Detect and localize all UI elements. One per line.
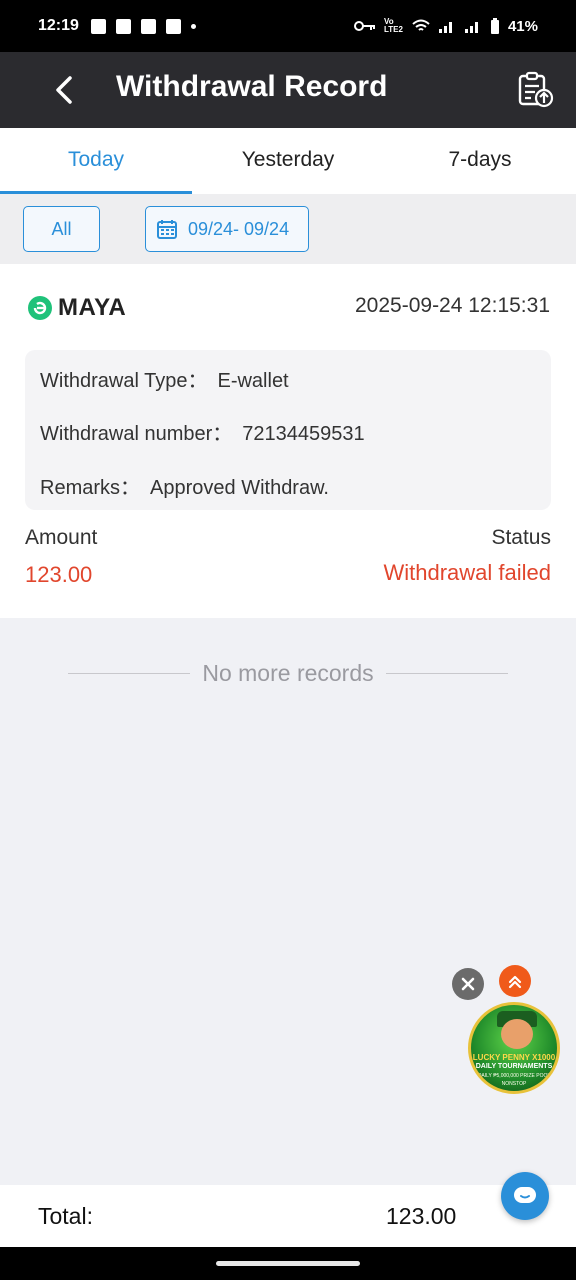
double-chevron-up-icon <box>508 975 522 989</box>
status-bar: 12:19 Vo LTE2 41% <box>0 0 576 52</box>
withdrawal-type-row: Withdrawal Type： E-wallet <box>40 364 289 393</box>
tab-yesterday[interactable]: Yesterday <box>192 128 384 194</box>
wifi-icon <box>412 19 430 31</box>
divider-left <box>68 673 191 674</box>
status-time: 12:19 <box>38 17 79 34</box>
chat-bubble-icon <box>514 1187 536 1203</box>
promo-line-3: DAILY ₱5,000,000 PRIZE POOL <box>477 1073 551 1079</box>
key-icon <box>353 21 375 31</box>
list-end-indicator: No more records <box>68 660 508 687</box>
clipboard-upload-icon[interactable] <box>516 70 556 110</box>
withdrawal-number-row: Withdrawal number： 72134459531 <box>40 417 365 446</box>
total-label: Total: <box>38 1203 93 1229</box>
total-value: 123.00 <box>386 1203 457 1229</box>
system-icons: Vo LTE2 41% <box>353 17 538 35</box>
shop-notification-icon <box>115 18 131 34</box>
notification-icons <box>90 18 196 34</box>
home-gesture-handle[interactable] <box>216 1261 360 1266</box>
status-value: Withdrawal failed <box>383 560 551 585</box>
promo-line-1: LUCKY PENNY X1000 <box>472 1053 556 1062</box>
amount-label: Amount <box>25 526 98 549</box>
system-nav-bar <box>0 1247 576 1280</box>
tab-7-days[interactable]: 7-days <box>384 128 576 194</box>
record-datetime: 2025-09-24 12:15:31 <box>355 294 550 317</box>
tab-today[interactable]: Today <box>0 128 192 194</box>
total-footer: Total: 123.00 <box>0 1185 576 1247</box>
withdrawal-number-value: 72134459531 <box>242 423 365 445</box>
provider-name: MAYA <box>58 294 127 321</box>
scroll-top-button[interactable] <box>499 965 531 997</box>
signal-icon <box>438 22 452 33</box>
withdrawal-type-value: E-wallet <box>217 370 289 392</box>
battery-percent: 41% <box>507 17 538 35</box>
calendar-icon <box>157 220 177 239</box>
remarks-value: Approved Withdraw. <box>150 477 329 499</box>
amount-value: 123.00 <box>25 562 93 587</box>
record-details: Withdrawal Type： E-wallet Withdrawal numb… <box>25 350 551 510</box>
signal-icon-2 <box>464 22 478 33</box>
network-label: Vo LTE2 <box>383 17 403 34</box>
battery-icon <box>490 18 499 34</box>
app-header: Withdrawal Record <box>0 52 576 128</box>
filter-all-button[interactable]: All <box>23 206 100 252</box>
promo-banner[interactable]: LUCKY PENNY X1000 DAILY TOURNAMENTS DAIL… <box>468 1002 560 1094</box>
more-notifications-icon <box>190 23 196 29</box>
promo-line-4: NONSTOP <box>501 1081 527 1087</box>
no-more-records-text: No more records <box>202 660 374 686</box>
capcut-notification-icon <box>140 18 156 34</box>
square-notification-icon <box>165 18 181 34</box>
app-notification-icon <box>90 18 106 34</box>
chevron-left-icon[interactable] <box>50 74 80 106</box>
withdrawal-record-card[interactable]: MAYA 2025-09-24 12:15:31 Withdrawal Type… <box>0 264 576 618</box>
withdrawal-number-label: Withdrawal number： <box>40 423 233 445</box>
page-title: Withdrawal Record <box>116 70 388 103</box>
close-promo-button[interactable] <box>452 968 484 1000</box>
close-icon <box>461 977 475 991</box>
provider: MAYA <box>28 294 126 322</box>
leprechaun-face-icon <box>501 1019 533 1049</box>
divider-right <box>385 673 508 674</box>
withdrawal-type-label: Withdrawal Type： <box>40 370 208 392</box>
maya-logo-icon <box>28 296 52 320</box>
filter-bar: All 09/24- 09/24 <box>0 194 576 264</box>
date-tabs: Today Yesterday 7-days <box>0 128 576 194</box>
date-range-button[interactable]: 09/24- 09/24 <box>145 206 309 252</box>
remarks-label: Remarks： <box>40 477 141 499</box>
remarks-row: Remarks： Approved Withdraw. <box>40 471 329 500</box>
chat-support-button[interactable] <box>501 1172 549 1220</box>
status-label: Status <box>491 526 551 549</box>
promo-line-2: DAILY TOURNAMENTS <box>475 1063 553 1070</box>
date-range-label: 09/24- 09/24 <box>188 218 290 239</box>
